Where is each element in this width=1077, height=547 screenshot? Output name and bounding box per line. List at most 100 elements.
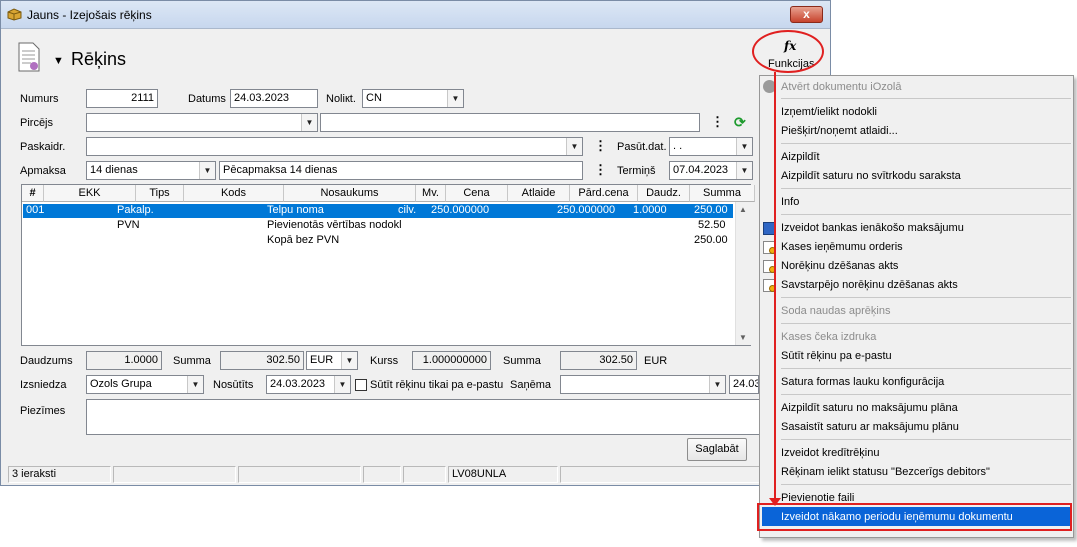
- menu-item-fill[interactable]: Aizpildīt: [781, 148, 820, 166]
- column-header[interactable]: #: [22, 185, 44, 202]
- received-date-field[interactable]: 24.03: [729, 375, 759, 394]
- column-header[interactable]: Cena: [446, 185, 508, 202]
- chevron-down-icon[interactable]: ▼: [199, 162, 215, 179]
- buyer-name-field[interactable]: [320, 113, 700, 132]
- column-header[interactable]: Atlaide: [508, 185, 570, 202]
- sent-label: Nosūtīts: [213, 379, 254, 391]
- explanation-label: Paskaidr.: [20, 141, 66, 153]
- close-button[interactable]: x: [790, 6, 823, 23]
- number-field[interactable]: 2111: [86, 89, 158, 108]
- explanation-select[interactable]: ▼: [86, 137, 583, 156]
- column-header[interactable]: Mv.: [416, 185, 446, 202]
- menu-item-mutual-settlement[interactable]: Savstarpējo norēķinu dzēšanas akts: [781, 276, 958, 294]
- row-number: 001: [26, 204, 45, 216]
- chevron-down-icon[interactable]: ▼: [341, 352, 357, 369]
- row-sale-price: 250.000000: [557, 204, 616, 216]
- more-icon[interactable]: ⋮: [594, 163, 607, 176]
- items-table[interactable]: # EKK Tips Kods Nosaukums Mv. Cena Atlai…: [21, 184, 755, 346]
- payment-terms-select[interactable]: 14 dienas ▼: [86, 161, 216, 180]
- date-field[interactable]: 24.03.2023: [230, 89, 318, 108]
- warehouse-label: Noliкt.: [326, 93, 356, 105]
- menu-item-send-invoice-email[interactable]: Sūtīt rēķinu pa e-pastu: [781, 347, 892, 365]
- more-icon[interactable]: ⋮: [594, 139, 607, 152]
- row-price: 250.000000: [431, 204, 490, 216]
- chevron-down-icon[interactable]: ▼: [447, 90, 463, 107]
- date-value: 24.03.2023: [234, 92, 290, 104]
- row-type: Pakalp.: [117, 204, 154, 216]
- row-name: Pievienotās vērtības nodokl: [267, 219, 402, 231]
- sum2-label: Summa: [503, 355, 541, 367]
- order-date-field[interactable]: . . ▼: [669, 137, 753, 156]
- sent-date-field[interactable]: 24.03.2023 ▼: [266, 375, 351, 394]
- menu-item-create-credit-invoice[interactable]: Izveidot kredītrēķinu: [781, 444, 879, 462]
- menu-item-link-payment-plan[interactable]: Sasaistīt saturu ar maksājumu plānu: [781, 418, 959, 436]
- scroll-down-icon[interactable]: ▼: [739, 333, 747, 342]
- column-header[interactable]: Nosaukums: [284, 185, 416, 202]
- more-icon[interactable]: ⋮: [711, 115, 724, 128]
- vertical-scrollbar[interactable]: ▲ ▼: [735, 202, 751, 345]
- warehouse-select[interactable]: CN ▼: [362, 89, 464, 108]
- document-icon: [18, 42, 40, 72]
- received-date-value: 24.03: [733, 378, 759, 390]
- menu-item-penalty-calculation[interactable]: Soda naudas aprēķins: [781, 302, 890, 320]
- due-date-field[interactable]: 07.04.2023 ▼: [669, 161, 753, 180]
- scroll-up-icon[interactable]: ▲: [739, 205, 747, 214]
- menu-item-bad-debtor-status[interactable]: Rēķinam ielikt statusu "Bezcerīgs debito…: [781, 463, 990, 481]
- row-sum: 250.00: [694, 234, 728, 246]
- column-header[interactable]: Summa: [690, 185, 755, 202]
- column-header[interactable]: Tips: [136, 185, 184, 202]
- refresh-icon[interactable]: ⟳: [734, 114, 746, 131]
- menu-item-bank-incoming-payment[interactable]: Izveidot bankas ienākošo maksājumu: [781, 219, 964, 237]
- title-bar[interactable]: Jauns - Izejošais rēķins x: [1, 1, 830, 29]
- order-date-label: Pasūt.dat.: [617, 141, 667, 153]
- sum-field: 302.50: [220, 351, 304, 370]
- chevron-down-icon[interactable]: ▼: [566, 138, 582, 155]
- menu-item-cash-receipt-order[interactable]: Kases ieņēmumu orderis: [781, 238, 903, 256]
- rate-field: 1.000000000: [412, 351, 491, 370]
- column-header[interactable]: EKK: [44, 185, 136, 202]
- chevron-down-icon[interactable]: ▼: [709, 376, 725, 393]
- menu-item-info[interactable]: Info: [781, 193, 799, 211]
- annotation-circle: [752, 30, 824, 73]
- buyer-label: Pircējs: [20, 117, 54, 129]
- issued-by-select[interactable]: Ozols Grupa ▼: [86, 375, 204, 394]
- chevron-down-icon[interactable]: ▼: [334, 376, 350, 393]
- number-label: Numurs: [20, 93, 59, 105]
- column-header[interactable]: Daudz.: [638, 185, 690, 202]
- menu-item-toggle-discount[interactable]: Piešķirt/noņemt atlaidi...: [781, 122, 898, 140]
- notes-textarea[interactable]: [86, 399, 830, 435]
- issued-by-value: Ozols Grupa: [90, 378, 152, 390]
- buyer-select[interactable]: ▼: [86, 113, 318, 132]
- save-button[interactable]: Saglabāt: [687, 438, 747, 461]
- chevron-down-icon[interactable]: ▼: [301, 114, 317, 131]
- menu-separator: [781, 323, 1071, 324]
- received-select[interactable]: ▼: [560, 375, 726, 394]
- status-cell: [403, 466, 446, 483]
- column-header[interactable]: Pārd.cena: [570, 185, 638, 202]
- menu-item-fill-from-barcodes[interactable]: Aizpildīt saturu no svītrkodu saraksta: [781, 167, 961, 185]
- package-icon: [7, 8, 22, 21]
- sent-date-value: 24.03.2023: [270, 378, 326, 390]
- warehouse-value: CN: [366, 92, 382, 104]
- email-only-checkbox[interactable]: [355, 379, 367, 391]
- email-only-label: Sūtīt rēķinu tikai pa e-pastu: [370, 379, 504, 391]
- currency-select[interactable]: EUR ▼: [306, 351, 358, 370]
- chevron-down-icon[interactable]: ▼: [736, 138, 752, 155]
- chevron-down-icon[interactable]: ▼: [53, 55, 64, 67]
- status-cell: [363, 466, 401, 483]
- menu-item-fill-from-payment-plan[interactable]: Aizpildīt saturu no maksājumu plāna: [781, 399, 958, 417]
- functions-menu: Atvērt dokumentu iOzolā Izņemt/ielikt no…: [759, 75, 1074, 538]
- chevron-down-icon[interactable]: ▼: [736, 162, 752, 179]
- menu-item-form-field-config[interactable]: Satura formas lauku konfigurācija: [781, 373, 944, 391]
- menu-item-open-in-iozols[interactable]: Atvērt dokumentu iOzolā: [781, 78, 901, 96]
- menu-separator: [781, 98, 1071, 99]
- menu-item-cash-receipt-print[interactable]: Kases čeka izdruka: [781, 328, 876, 346]
- chevron-down-icon[interactable]: ▼: [187, 376, 203, 393]
- menu-item-settlement-write-off[interactable]: Norēķinu dzēšanas akts: [781, 257, 898, 275]
- column-header[interactable]: Kods: [184, 185, 284, 202]
- order-date-value: . .: [673, 140, 683, 152]
- annotation-line: [774, 72, 776, 503]
- payment-description-field[interactable]: Pēcapmaksa 14 dienas: [219, 161, 583, 180]
- menu-item-toggle-tax[interactable]: Izņemt/ielikt nodokli: [781, 103, 877, 121]
- row-name: Telpu noma: [267, 204, 324, 216]
